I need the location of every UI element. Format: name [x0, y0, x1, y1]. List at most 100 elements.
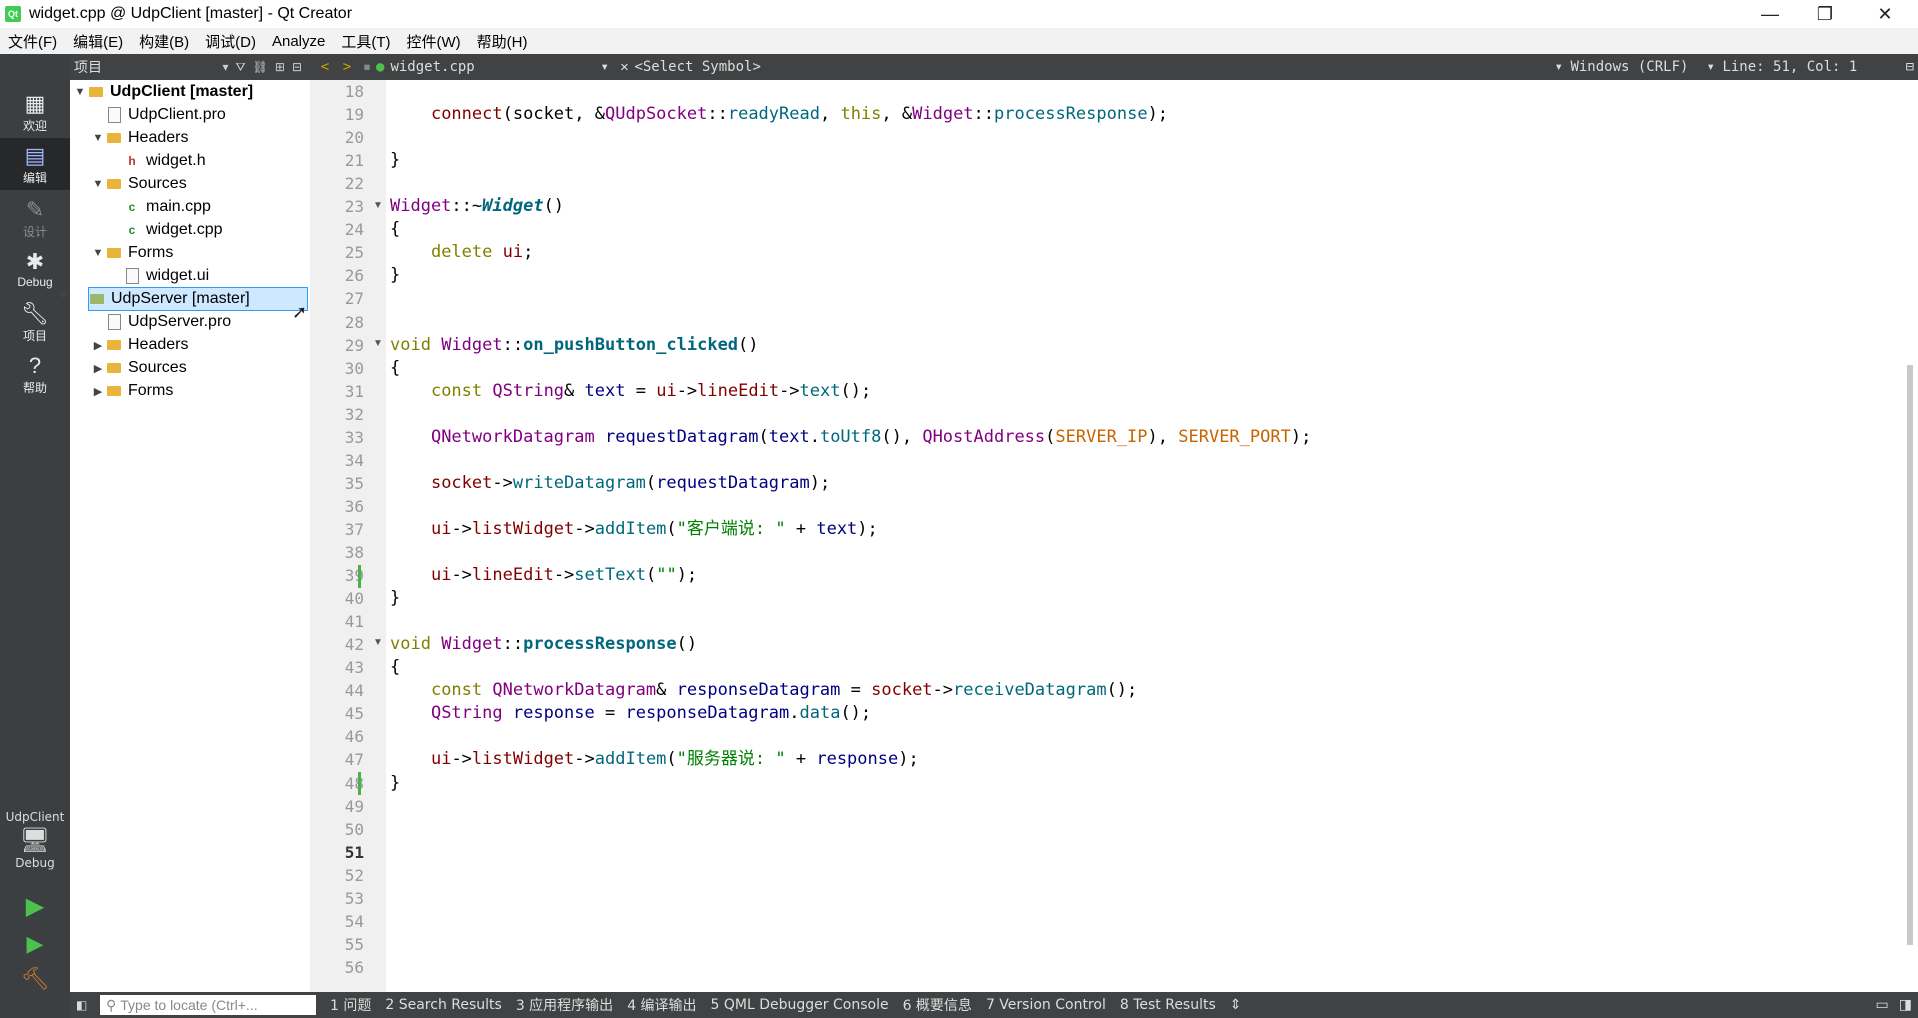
tab-general-messages[interactable]: 6 概要信息 [903, 995, 972, 1015]
tree-folder-headers[interactable]: ▼ Headers [90, 127, 189, 149]
code-token: = [625, 380, 657, 401]
mode-edit[interactable]: ▤ 编辑 [0, 138, 70, 190]
menu-debug[interactable]: 调试(D) [197, 31, 264, 52]
tab-search-results[interactable]: 2 Search Results [385, 997, 501, 1013]
close-panel-icon[interactable]: ⊟ [292, 60, 302, 75]
line-number: 32 [344, 404, 364, 424]
chevron-down-icon[interactable]: ▾ [1554, 59, 1570, 75]
code-token: responseDatagram [676, 680, 841, 701]
mode-project[interactable]: 🔧︎ 项目 [0, 296, 70, 348]
fold-arrow-icon[interactable]: ▼ [373, 338, 383, 349]
tree-file-widget-ui[interactable]: widget.ui [124, 265, 209, 287]
tree-file-udpserver-pro[interactable]: UdpServer.pro [106, 311, 231, 333]
tree-folder-server-headers[interactable]: ▶ Headers [90, 334, 189, 356]
tab-issues[interactable]: 1 问题 [330, 995, 371, 1015]
view-dropdown-icon[interactable]: ▾ [223, 60, 229, 75]
code-token: ); [676, 565, 698, 586]
line-ending-selector[interactable]: Windows (CRLF) [1570, 59, 1706, 75]
mode-help[interactable]: ? 帮助 [0, 348, 70, 400]
chevron-down-icon[interactable]: ▼ [90, 247, 106, 259]
cursor-position[interactable]: Line: 51, Col: 1 [1722, 59, 1872, 75]
symbol-selector[interactable]: <Select Symbol> [634, 59, 1554, 75]
more-tabs-icon[interactable]: ⇕ [1230, 997, 1242, 1013]
run-icon[interactable]: ▶ [0, 892, 70, 920]
project-view-selector[interactable]: 项目 [74, 57, 102, 77]
mode-debug[interactable]: ✱ Debug [0, 244, 70, 296]
debug-run-icon[interactable]: ▶ [0, 932, 70, 957]
code-token: receiveDatagram [953, 680, 1107, 701]
fold-arrow-icon[interactable]: ▼ [373, 200, 383, 211]
chevron-down-icon[interactable]: ▾ [1706, 59, 1722, 75]
toggle-sidebar-icon[interactable]: ◧ [76, 998, 87, 1012]
locator-input[interactable]: ⚲ Type to locate (Ctrl+... [100, 995, 316, 1015]
restore-icon[interactable]: ❐ [1800, 0, 1850, 28]
tree-project-udpclient[interactable]: ▼ UdpClient [master] [72, 81, 254, 103]
tree-folder-server-sources[interactable]: ▶ Sources [90, 357, 187, 379]
tab-test-results[interactable]: 8 Test Results [1120, 997, 1216, 1013]
chevron-right-icon[interactable]: ▶ [90, 385, 106, 398]
tree-file-widget-h[interactable]: h widget.h [124, 150, 205, 172]
tab-compile-output[interactable]: 4 编译输出 [627, 995, 696, 1015]
close-icon[interactable]: ✕ [1860, 0, 1910, 28]
tab-version-control[interactable]: 7 Version Control [986, 997, 1106, 1013]
menu-file[interactable]: 文件(F) [0, 31, 65, 52]
fold-arrow-icon[interactable]: ▼ [373, 637, 383, 648]
chevron-down-icon[interactable]: ▼ [58, 290, 69, 302]
menu-help[interactable]: 帮助(H) [469, 31, 536, 52]
code-token: ( [1045, 426, 1056, 447]
code-token: text [768, 426, 810, 447]
tree-folder-server-forms[interactable]: ▶ Forms [90, 380, 174, 402]
menu-tools[interactable]: 工具(T) [333, 31, 398, 52]
menu-analyze[interactable]: Analyze [264, 33, 333, 50]
progress-icon[interactable]: ▭ [1876, 997, 1889, 1013]
split-editor-icon[interactable]: ⊟ [1906, 59, 1914, 75]
tree-project-udpserver[interactable]: UdpServer [master] [88, 287, 308, 311]
tree-file-widget-cpp[interactable]: c widget.cpp [124, 219, 223, 241]
code-token: writeDatagram [512, 472, 646, 493]
filter-icon[interactable]: ⛛ [236, 60, 246, 75]
chevron-down-icon[interactable]: ▼ [90, 132, 106, 144]
chevron-right-icon[interactable]: ▶ [90, 362, 106, 375]
back-icon[interactable]: < [314, 59, 336, 75]
menu-widgets[interactable]: 控件(W) [399, 31, 469, 52]
mouse-cursor-icon: ➚ [292, 302, 308, 322]
mode-welcome[interactable]: ▦ 欢迎 [0, 86, 70, 138]
build-hammer-icon[interactable]: 🔨︎ [0, 967, 70, 992]
code-token: addItem [594, 749, 667, 770]
code-line: ui->listWidget->addItem("客户端说: " + text)… [390, 518, 878, 541]
mode-design[interactable]: ✎ 设计 [0, 192, 70, 244]
tab-qml-debugger-console[interactable]: 5 QML Debugger Console [711, 997, 889, 1013]
code-line: void Widget::processResponse() [390, 633, 697, 656]
forward-icon[interactable]: > [336, 59, 358, 75]
tree-folder-sources[interactable]: ▼ Sources [90, 173, 187, 195]
chevron-down-icon[interactable]: ▾ [600, 59, 614, 75]
code-token: + [785, 749, 817, 770]
tree-folder-forms[interactable]: ▼ Forms [90, 242, 174, 264]
editor-scrollbar[interactable] [1904, 80, 1918, 992]
minimize-icon[interactable]: — [1745, 0, 1795, 28]
link-icon[interactable]: ⛓ [253, 60, 268, 75]
pro-file-icon [107, 314, 121, 330]
scrollbar-thumb[interactable] [1907, 365, 1913, 945]
menu-edit[interactable]: 编辑(E) [65, 31, 131, 52]
chevron-right-icon[interactable]: ▶ [90, 339, 106, 352]
tab-application-output[interactable]: 3 应用程序输出 [516, 995, 613, 1015]
code-token: socket [871, 680, 933, 701]
line-number: 23 [344, 197, 364, 217]
code-token: (); [840, 380, 872, 401]
toggle-output-icon[interactable]: ◨ [1899, 997, 1912, 1013]
kit-selector[interactable]: UdpClient 🖥︎ Debug ▶ ▶ 🔨︎ [0, 810, 70, 992]
code-line: const QString& text = ui->lineEdit->text… [390, 380, 871, 403]
chevron-down-icon[interactable]: ▼ [72, 86, 88, 98]
code-token: responseDatagram [625, 703, 790, 724]
chevron-down-icon[interactable]: ▼ [90, 178, 106, 190]
tree-file-main-cpp[interactable]: c main.cpp [124, 196, 211, 218]
open-file-selector[interactable]: widget.cpp [390, 59, 600, 75]
menu-build[interactable]: 构建(B) [131, 31, 197, 52]
split-icon[interactable]: ⊞ [275, 60, 285, 75]
close-document-icon[interactable]: ✕ [614, 59, 634, 75]
tree-file-udpclient-pro[interactable]: UdpClient.pro [106, 104, 226, 126]
code-editor[interactable]: connect(socket, &QUdpSocket::readyRead, … [390, 80, 1900, 992]
